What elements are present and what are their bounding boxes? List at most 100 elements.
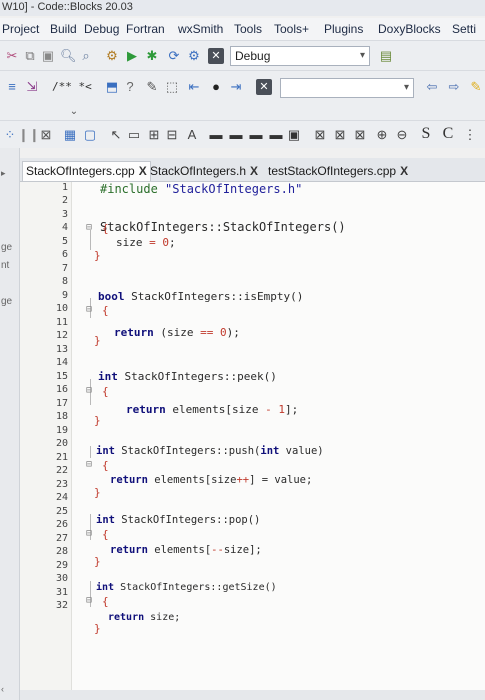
code-completion-select[interactable]: ▾ <box>280 78 414 98</box>
collapse-arrow-icon[interactable]: ▸ <box>1 168 6 179</box>
zoom-out-icon[interactable]: ⊖ <box>394 127 410 143</box>
doxy-icon[interactable]: ⇲ <box>24 79 40 95</box>
image-icon[interactable]: ⊞ <box>146 127 162 143</box>
close-icon[interactable]: X <box>400 164 408 178</box>
pause-icon[interactable]: ❙❙ <box>18 127 40 143</box>
menu-fortran[interactable]: Fortran <box>126 22 165 36</box>
debug-into-icon[interactable]: ⬚ <box>164 79 180 95</box>
code-line[interactable]: return elements[size - 1]; <box>126 403 298 416</box>
menu-build[interactable]: Build <box>50 22 77 36</box>
fold-marker-icon[interactable]: ⊟ <box>86 459 92 470</box>
stop-icon[interactable]: ✕ <box>208 48 224 64</box>
replace-icon[interactable]: ⌕ <box>78 48 94 64</box>
list-widget-icon[interactable]: ▣ <box>286 127 302 143</box>
code-line[interactable]: { <box>102 304 109 317</box>
debug-stop-icon[interactable]: ✕ <box>256 79 272 95</box>
collapse-arrow-icon[interactable]: ‹ <box>1 684 4 694</box>
fold-marker-icon[interactable]: ⊟ <box>86 304 92 315</box>
code-line[interactable]: size = 0; <box>116 236 176 249</box>
slider-widget-icon[interactable]: ▬ <box>228 127 244 143</box>
back-arrow-icon[interactable]: ⇦ <box>424 79 440 95</box>
menu-doxyblocks[interactable]: DoxyBlocks <box>378 22 441 36</box>
code-line[interactable]: return size; <box>108 612 180 623</box>
sizer-v-icon[interactable]: ⊠ <box>332 127 348 143</box>
build-run-icon[interactable]: ✱ <box>144 48 160 64</box>
spell-icon[interactable]: S <box>418 126 434 142</box>
gauge-widget-icon[interactable]: ▬ <box>248 127 264 143</box>
class-icon[interactable]: C <box>440 126 456 142</box>
code-line[interactable]: { <box>102 528 109 541</box>
code-line[interactable]: int StackOfIntegers::push(int value) <box>96 445 324 457</box>
comment-block-label[interactable]: /** *< <box>52 80 92 93</box>
tab-stackofintegers-cpp[interactable]: StackOfIntegers.cpp X <box>22 161 151 181</box>
frame-icon[interactable]: ⊠ <box>38 127 54 143</box>
sizer-h-icon[interactable]: ⊠ <box>312 127 328 143</box>
code-line[interactable]: int StackOfIntegers::pop() <box>96 514 260 526</box>
code-line[interactable]: bool StackOfIntegers::isEmpty() <box>98 290 303 303</box>
code-line[interactable]: } <box>94 249 101 262</box>
run-icon[interactable]: ▶ <box>124 48 140 64</box>
build-target-select[interactable]: Debug ▾ <box>230 46 370 66</box>
zoom-in-icon[interactable]: ⊕ <box>374 127 390 143</box>
code-line[interactable]: } <box>94 486 101 499</box>
code-line[interactable]: { <box>102 595 109 608</box>
menu-wxsmith[interactable]: wxSmith <box>178 22 223 36</box>
menu-settings[interactable]: Setti <box>452 22 476 36</box>
layout-icon[interactable]: ⁘ <box>2 127 18 143</box>
code-line[interactable]: } <box>94 334 101 347</box>
code-line[interactable]: return (size == 0); <box>114 326 240 339</box>
code-line[interactable]: int StackOfIntegers::peek() <box>98 370 277 383</box>
help-icon[interactable]: ? <box>122 79 138 95</box>
rebuild-all-icon[interactable]: ⚙ <box>186 48 202 64</box>
panel-icon[interactable]: ▭ <box>126 127 142 143</box>
breakpoint-icon[interactable]: ● <box>208 79 224 95</box>
code-line[interactable]: int StackOfIntegers::getSize() <box>96 582 277 593</box>
rebuild-icon[interactable]: ⟳ <box>166 48 182 64</box>
doxy-config-icon[interactable]: ⬒ <box>104 79 120 95</box>
close-icon[interactable]: X <box>250 164 258 178</box>
code-line[interactable]: } <box>94 622 101 635</box>
menu-plugins[interactable]: Plugins <box>324 22 363 36</box>
debug-step-icon[interactable]: ✎ <box>144 79 160 95</box>
code-line[interactable]: { <box>102 222 109 235</box>
close-icon[interactable]: X <box>139 164 147 178</box>
menu-project[interactable]: Project <box>2 22 39 36</box>
code-line[interactable]: #include "StackOfIntegers.h" <box>100 182 302 196</box>
code-line[interactable]: StackOfIntegers::StackOfIntegers() <box>100 220 346 234</box>
find-icon[interactable]: 🔍︎ <box>60 48 77 64</box>
dialog-icon[interactable]: ▢ <box>82 127 98 143</box>
code-line[interactable]: { <box>102 385 109 398</box>
static-box-icon[interactable]: ⊟ <box>164 127 180 143</box>
code-line[interactable]: } <box>94 555 101 568</box>
cut-icon[interactable]: ✂ <box>4 48 20 64</box>
bookmark-icon[interactable]: ✎ <box>468 79 484 95</box>
forward-arrow-icon[interactable]: ⇨ <box>446 79 462 95</box>
fold-marker-icon[interactable]: ⊟ <box>86 222 92 233</box>
toggle-comment-icon[interactable]: ≡ <box>4 79 20 95</box>
code-line[interactable]: } <box>94 414 101 427</box>
tab-stackofintegers-h[interactable]: StackOfIntegers.h X <box>150 162 258 182</box>
build-icon[interactable]: ⚙ <box>104 48 120 64</box>
fold-marker-icon[interactable]: ⊟ <box>86 528 92 539</box>
menu-tools[interactable]: Tools <box>234 22 262 36</box>
choice-widget-icon[interactable]: ▬ <box>268 127 284 143</box>
step-back-icon[interactable]: ⇤ <box>186 79 202 95</box>
grid-icon[interactable]: ▦ <box>62 127 78 143</box>
chevron-down-icon[interactable]: ⌄ <box>66 104 82 120</box>
paste-icon[interactable]: ▣ <box>40 48 56 64</box>
fold-marker-icon[interactable]: ⊟ <box>86 595 92 606</box>
copy-icon[interactable]: ⧉ <box>22 48 38 64</box>
step-over-icon[interactable]: ⇥ <box>228 79 244 95</box>
pointer-icon[interactable]: ↖ <box>108 127 124 143</box>
menu-debug[interactable]: Debug <box>84 22 119 36</box>
sizer-grid-icon[interactable]: ⊠ <box>352 127 368 143</box>
code-line[interactable]: { <box>102 459 109 472</box>
code-line[interactable]: return elements[size++] = value; <box>110 474 312 486</box>
fold-marker-icon[interactable]: ⊟ <box>86 385 92 396</box>
menu-tools-plus[interactable]: Tools+ <box>274 22 309 36</box>
horizontal-scrollbar[interactable] <box>20 690 485 700</box>
text-ctrl-icon[interactable]: A <box>184 127 200 143</box>
code-editor[interactable]: 1 2 3 4 5 6 7 8 9 10 11 12 13 14 15 16 1… <box>20 182 485 690</box>
tab-teststackofintegers-cpp[interactable]: testStackOfIntegers.cpp X <box>268 162 408 182</box>
button-widget-icon[interactable]: ▬ <box>208 127 224 143</box>
